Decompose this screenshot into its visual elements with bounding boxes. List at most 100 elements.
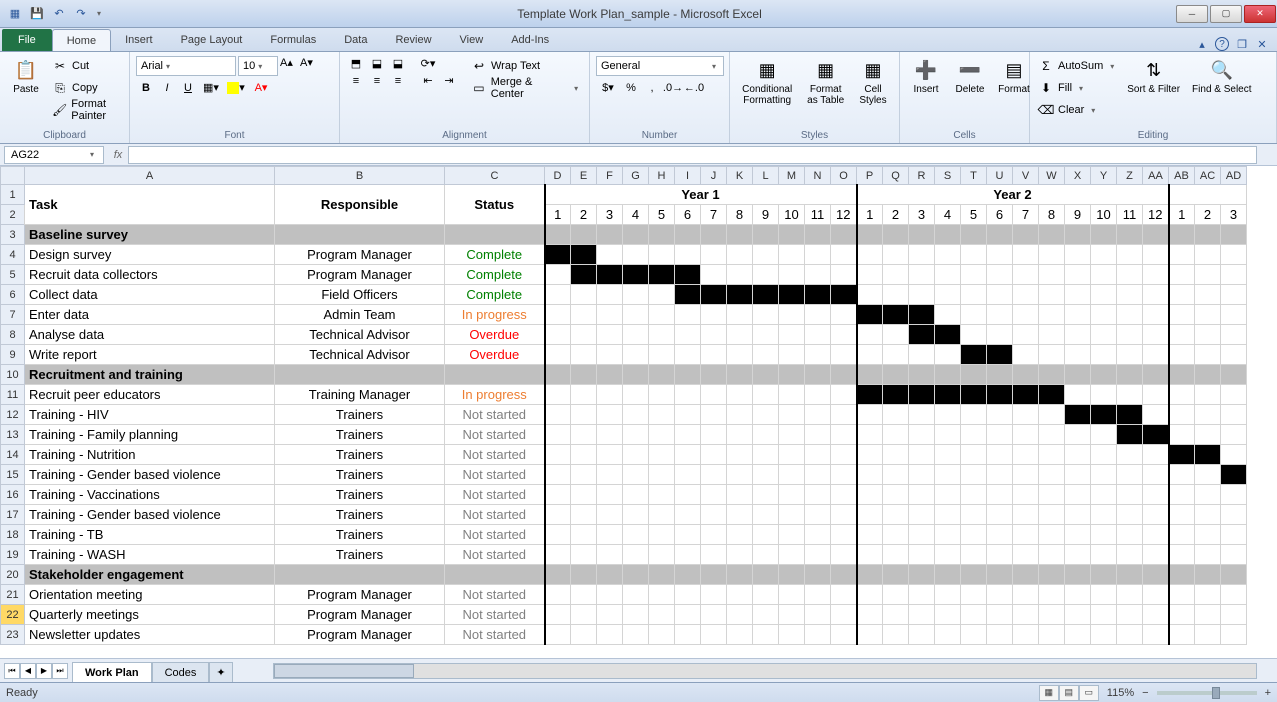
gantt-cell[interactable]: [831, 245, 857, 265]
gantt-cell[interactable]: [545, 485, 571, 505]
gantt-cell[interactable]: [571, 345, 597, 365]
gantt-cell[interactable]: [1117, 285, 1143, 305]
month-header[interactable]: 6: [987, 205, 1013, 225]
row-header[interactable]: 13: [1, 425, 25, 445]
section-cell[interactable]: [1195, 365, 1221, 385]
gantt-cell[interactable]: [987, 585, 1013, 605]
gantt-cell[interactable]: [779, 605, 805, 625]
gantt-cell[interactable]: [1143, 325, 1169, 345]
gantt-cell[interactable]: [1169, 405, 1195, 425]
section-cell[interactable]: [675, 225, 701, 245]
gantt-cell[interactable]: [675, 305, 701, 325]
gantt-cell[interactable]: [883, 545, 909, 565]
gantt-cell[interactable]: [701, 505, 727, 525]
gantt-cell[interactable]: [805, 405, 831, 425]
gantt-cell[interactable]: [1039, 305, 1065, 325]
qat-dropdown-icon[interactable]: ▾: [94, 5, 104, 23]
insert-cells-button[interactable]: ➕Insert: [906, 56, 946, 97]
gantt-cell[interactable]: [649, 245, 675, 265]
gantt-cell[interactable]: [1065, 505, 1091, 525]
section-cell[interactable]: [701, 365, 727, 385]
gantt-cell[interactable]: [545, 265, 571, 285]
gantt-cell[interactable]: [545, 305, 571, 325]
section-cell[interactable]: [623, 365, 649, 385]
row-header[interactable]: 20: [1, 565, 25, 585]
row-header[interactable]: 17: [1, 505, 25, 525]
status-cell[interactable]: Complete: [445, 245, 545, 265]
section-cell[interactable]: [1117, 365, 1143, 385]
gantt-cell[interactable]: [961, 505, 987, 525]
gantt-cell[interactable]: [935, 625, 961, 645]
zoom-thumb[interactable]: [1212, 687, 1220, 699]
gantt-cell[interactable]: [571, 385, 597, 405]
section-cell[interactable]: [545, 365, 571, 385]
gantt-cell[interactable]: [623, 625, 649, 645]
gantt-cell[interactable]: [909, 265, 935, 285]
section-cell[interactable]: [1143, 225, 1169, 245]
month-header[interactable]: 8: [727, 205, 753, 225]
section-cell[interactable]: [727, 225, 753, 245]
gantt-cell[interactable]: [545, 605, 571, 625]
section-cell[interactable]: [597, 365, 623, 385]
row-header[interactable]: 19: [1, 545, 25, 565]
decrease-decimal-icon[interactable]: ←.0: [684, 80, 704, 95]
header-responsible[interactable]: Responsible: [275, 185, 445, 225]
section-cell[interactable]: [961, 565, 987, 585]
gantt-cell[interactable]: [545, 425, 571, 445]
gantt-cell[interactable]: [779, 425, 805, 445]
responsible-cell[interactable]: Trainers: [275, 405, 445, 425]
responsible-cell[interactable]: Program Manager: [275, 245, 445, 265]
gantt-cell[interactable]: [1143, 265, 1169, 285]
gantt-cell[interactable]: [1143, 305, 1169, 325]
gantt-cell[interactable]: [961, 385, 987, 405]
gantt-cell[interactable]: [1013, 305, 1039, 325]
gantt-cell[interactable]: [909, 465, 935, 485]
gantt-cell[interactable]: [857, 265, 883, 285]
section-cell[interactable]: [857, 565, 883, 585]
increase-font-icon[interactable]: A▴: [280, 56, 298, 76]
gantt-cell[interactable]: [831, 605, 857, 625]
month-header[interactable]: 7: [701, 205, 727, 225]
section-cell[interactable]: [1117, 565, 1143, 585]
month-header[interactable]: 6: [675, 205, 701, 225]
gantt-cell[interactable]: [935, 345, 961, 365]
wrap-text-button[interactable]: ↩Wrap Text: [469, 56, 583, 76]
new-sheet-button[interactable]: ✦: [209, 662, 232, 682]
section-cell[interactable]: [649, 225, 675, 245]
gantt-cell[interactable]: [831, 425, 857, 445]
col-header[interactable]: E: [571, 167, 597, 185]
gantt-cell[interactable]: [1143, 625, 1169, 645]
gantt-cell[interactable]: [649, 505, 675, 525]
responsible-cell[interactable]: Trainers: [275, 505, 445, 525]
gantt-cell[interactable]: [675, 525, 701, 545]
col-header[interactable]: AB: [1169, 167, 1195, 185]
gantt-cell[interactable]: [1195, 485, 1221, 505]
gantt-cell[interactable]: [909, 545, 935, 565]
format-as-table-button[interactable]: ▦Format as Table: [802, 56, 849, 108]
gantt-cell[interactable]: [779, 625, 805, 645]
align-top-icon[interactable]: ⬒: [346, 56, 366, 71]
section-cell[interactable]: [727, 365, 753, 385]
gantt-cell[interactable]: [831, 545, 857, 565]
gantt-cell[interactable]: [909, 385, 935, 405]
restore-window-icon[interactable]: ❐: [1235, 37, 1249, 51]
col-header[interactable]: AC: [1195, 167, 1221, 185]
page-layout-tab[interactable]: Page Layout: [167, 29, 257, 51]
gantt-cell[interactable]: [1117, 265, 1143, 285]
gantt-cell[interactable]: [597, 265, 623, 285]
save-icon[interactable]: 💾: [28, 5, 46, 23]
gantt-cell[interactable]: [961, 545, 987, 565]
responsible-cell[interactable]: Technical Advisor: [275, 325, 445, 345]
col-header[interactable]: P: [857, 167, 883, 185]
gantt-cell[interactable]: [857, 325, 883, 345]
gantt-cell[interactable]: [753, 425, 779, 445]
normal-view-icon[interactable]: ▦: [1039, 685, 1059, 701]
month-header[interactable]: 1: [857, 205, 883, 225]
status-cell[interactable]: Not started: [445, 445, 545, 465]
col-header[interactable]: F: [597, 167, 623, 185]
gantt-cell[interactable]: [779, 545, 805, 565]
align-right-icon[interactable]: ≡: [388, 73, 408, 88]
gantt-cell[interactable]: [1065, 485, 1091, 505]
gantt-cell[interactable]: [987, 605, 1013, 625]
section-cell[interactable]: [545, 225, 571, 245]
